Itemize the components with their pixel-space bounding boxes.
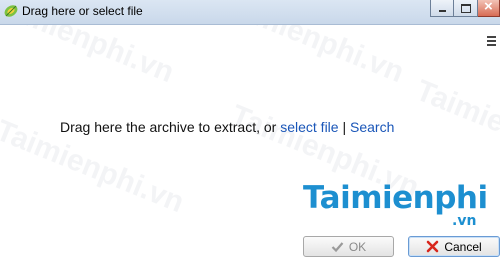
title-bar[interactable]: Drag here or select file xyxy=(0,0,500,25)
brand-logo-suffix: .vn xyxy=(452,213,477,229)
ok-button[interactable]: OK xyxy=(303,236,394,257)
window-title: Drag here or select file xyxy=(22,4,143,18)
select-file-link[interactable]: select file xyxy=(280,119,338,135)
window-controls xyxy=(430,0,500,18)
watermark-text: Taimienphi.vn xyxy=(411,73,500,180)
close-button[interactable] xyxy=(478,0,500,17)
prompt-text: Drag here the archive to extract, or xyxy=(60,119,281,135)
drop-prompt: Drag here the archive to extract, or sel… xyxy=(60,119,394,135)
hamburger-icon[interactable] xyxy=(487,36,496,46)
leaf-icon xyxy=(4,5,18,17)
check-icon xyxy=(331,242,344,253)
minimize-button[interactable] xyxy=(430,0,454,17)
brand-logo-text: Taimienphi xyxy=(303,180,488,216)
search-link[interactable]: Search xyxy=(350,119,394,135)
x-icon xyxy=(427,240,439,253)
cancel-label: Cancel xyxy=(444,239,482,254)
cancel-button[interactable]: Cancel xyxy=(408,236,500,257)
ok-label: OK xyxy=(348,239,367,254)
maximize-button[interactable] xyxy=(454,0,478,17)
extract-dialog: Taimienphi.vn Taimienphi.vn Taimienphi.v… xyxy=(0,0,500,257)
link-separator: | xyxy=(338,119,350,135)
